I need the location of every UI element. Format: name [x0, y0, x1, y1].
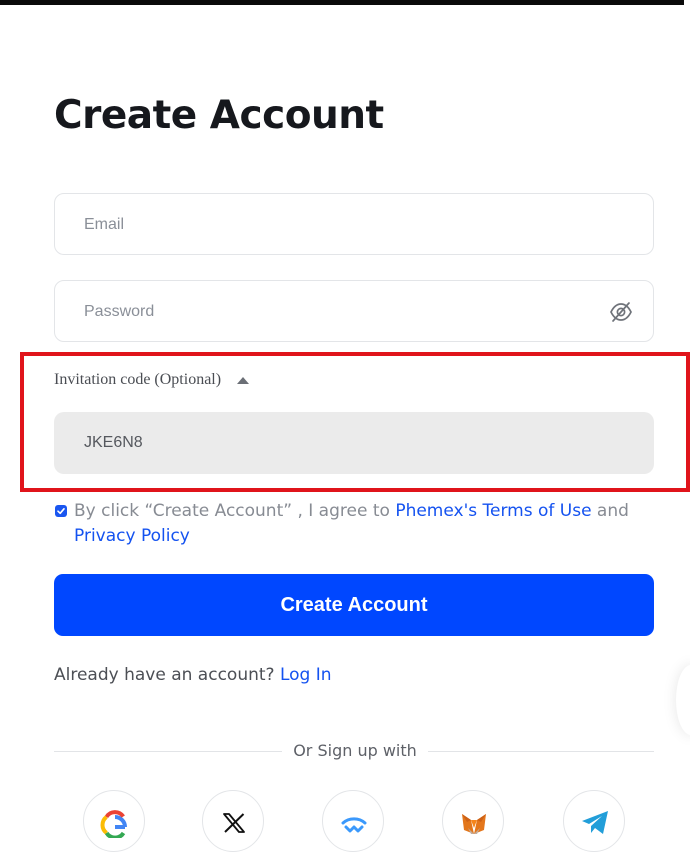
privacy-policy-link[interactable]: Privacy Policy [74, 526, 190, 546]
floating-widget-edge[interactable] [676, 665, 690, 735]
agreement-conjunction: and [591, 501, 629, 521]
create-account-button[interactable]: Create Account [54, 574, 654, 636]
invitation-code-field[interactable] [54, 412, 654, 474]
top-bar [0, 0, 684, 5]
metamask-signup-button[interactable] [442, 790, 504, 852]
x-icon [223, 813, 245, 833]
divider-line-right [428, 751, 654, 752]
walletconnect-icon [341, 817, 367, 833]
telegram-signup-button[interactable] [563, 790, 625, 852]
terms-checkbox[interactable] [55, 505, 67, 517]
terms-agreement-text: By click “Create Account” , I agree to P… [74, 499, 664, 549]
divider-line-left [54, 751, 282, 752]
google-icon [100, 810, 127, 838]
page-title: Create Account [54, 93, 384, 138]
eye-slash-icon[interactable] [609, 301, 633, 323]
terms-of-use-link[interactable]: Phemex's Terms of Use [395, 501, 591, 521]
social-divider-text: Or Sign up with [293, 741, 417, 760]
invitation-code-label: Invitation code (Optional) [54, 371, 222, 388]
walletconnect-signup-button[interactable] [322, 790, 384, 852]
google-signup-button[interactable] [83, 790, 145, 852]
log-in-link[interactable]: Log In [280, 665, 332, 685]
telegram-icon [582, 811, 608, 834]
checkmark-icon [57, 508, 65, 515]
agreement-prefix: By click “Create Account” , I agree to [74, 501, 396, 521]
x-signup-button[interactable] [202, 790, 264, 852]
invitation-code-input[interactable] [82, 412, 626, 474]
email-input[interactable] [82, 194, 606, 256]
invitation-code-toggle[interactable]: Invitation code (Optional) [54, 368, 250, 392]
password-input[interactable] [82, 281, 606, 343]
login-prompt-text: Already have an account? [54, 665, 280, 685]
login-prompt: Already have an account? Log In [54, 663, 332, 687]
caret-up-icon [237, 376, 250, 384]
password-field[interactable] [54, 280, 654, 343]
metamask-icon [462, 814, 486, 834]
email-field[interactable] [54, 193, 654, 256]
